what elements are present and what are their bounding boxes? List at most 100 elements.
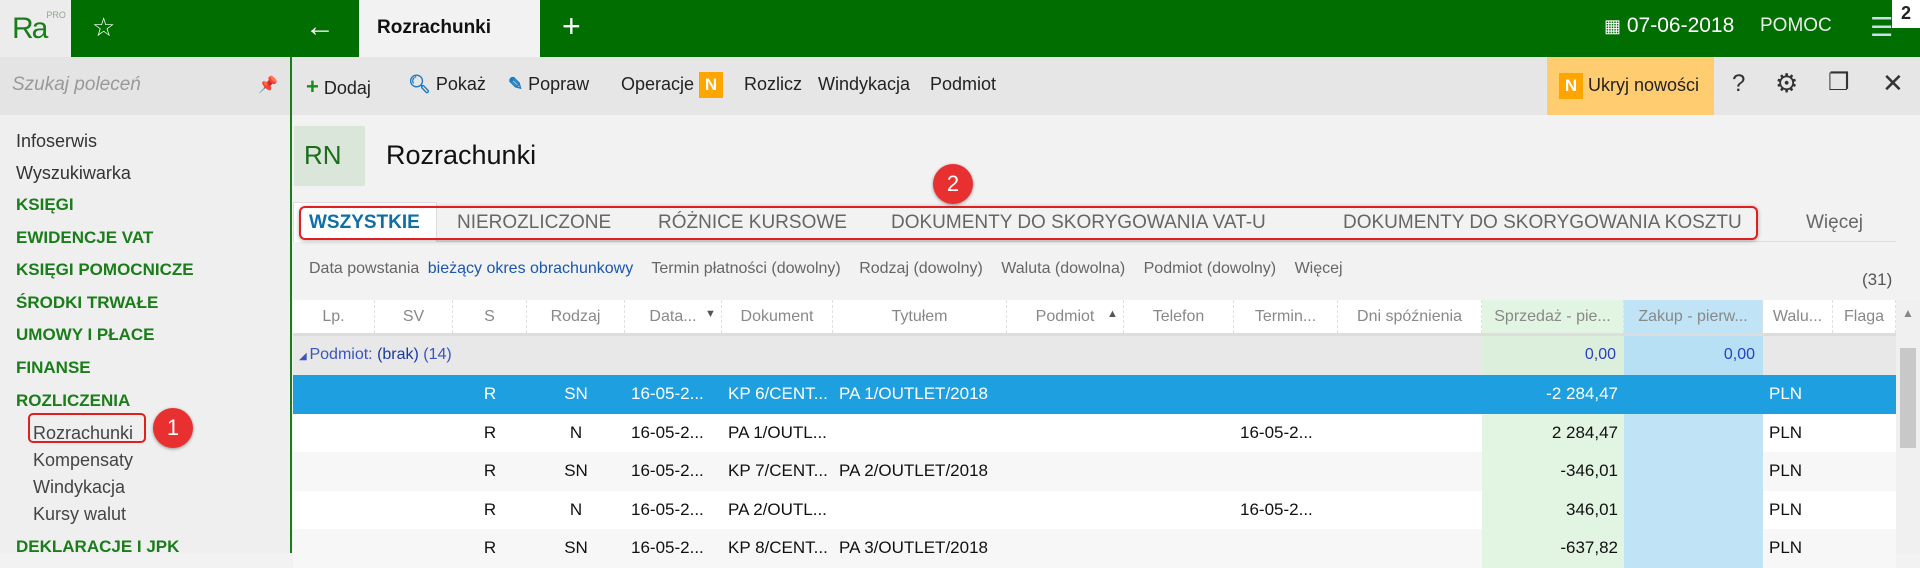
show-button[interactable]: 🔍︎ Pokaż <box>408 74 486 95</box>
column-header[interactable]: SV <box>375 300 453 333</box>
column-header[interactable]: Walu... <box>1763 300 1833 333</box>
collection-button[interactable]: Windykacja <box>818 74 910 95</box>
sidebar-item-środki-trwałe[interactable]: ŚRODKI TRWAŁE <box>16 293 158 313</box>
plus-icon: + <box>306 74 319 99</box>
app-logo[interactable]: RaPRO <box>0 0 71 57</box>
column-header[interactable]: S <box>453 300 527 333</box>
hamburger-menu-icon[interactable]: ☰ <box>1870 12 1893 43</box>
logo-sup: PRO <box>46 10 66 20</box>
column-header[interactable]: Dokument <box>722 300 833 333</box>
group-label[interactable]: ◢ Podmiot: (brak) (14) <box>299 346 452 364</box>
calendar-icon: ▦ <box>1604 16 1622 36</box>
cell-s: R <box>483 538 497 557</box>
purchase-cell-bg <box>1624 452 1763 491</box>
search-commands-input[interactable]: Szukaj poleceń <box>0 57 290 115</box>
cell-currency: PLN <box>1769 422 1803 442</box>
search-icon: 🔍︎ <box>408 74 431 94</box>
sidebar-item-kompensaty[interactable]: Kompensaty <box>33 450 133 471</box>
edit-button[interactable]: ✎ Popraw <box>508 74 589 95</box>
entity-button[interactable]: Podmiot <box>930 74 996 95</box>
table-row[interactable]: R SN 16-05-2... KP 8/CENT... PA 3/OUTLET/201… <box>293 529 1896 568</box>
cell-sales: -637,82 <box>1560 538 1618 557</box>
collapse-icon[interactable]: ◢ <box>299 351 309 362</box>
cell-title: PA 1/OUTLET/2018 <box>839 384 988 403</box>
purchase-cell-bg <box>1624 413 1763 452</box>
sidebar-item-infoserwis[interactable]: Infoserwis <box>16 131 97 152</box>
table-row[interactable]: R SN 16-05-2... KP 7/CENT... PA 2/OUTLET/201… <box>293 452 1896 491</box>
table-row[interactable]: R SN 16-05-2... KP 6/CENT... PA 1/OUTLET/201… <box>293 375 1896 414</box>
column-header[interactable]: Tytułem <box>833 300 1007 333</box>
help-link[interactable]: POMOC <box>1760 15 1832 37</box>
cell-kind: SN <box>564 384 588 403</box>
sidebar-item-kursy-walut[interactable]: Kursy walut <box>33 504 126 525</box>
add-label: Dodaj <box>323 78 371 98</box>
sidebar-item-windykacja[interactable]: Windykacja <box>33 477 125 498</box>
sidebar-item-umowy-i-płace[interactable]: UMOWY I PŁACE <box>16 325 155 345</box>
settle-button[interactable]: Rozlicz <box>744 74 802 95</box>
cell-currency: PLN <box>1769 461 1803 480</box>
column-header[interactable]: Termin... <box>1234 300 1338 333</box>
filter-due[interactable]: Termin płatności (dowolny) <box>651 260 840 277</box>
group-row[interactable]: ◢ Podmiot: (brak) (14) 0,00 0,00 <box>293 333 1896 375</box>
cell-sales: 2 284,47 <box>1551 422 1618 442</box>
column-header[interactable]: Sprzedaż - pie... <box>1482 300 1624 333</box>
module-code: RN <box>294 126 365 186</box>
cell-s: R <box>483 422 497 442</box>
hide-news-button[interactable]: N Ukryj nowości <box>1547 57 1714 115</box>
column-header[interactable]: Telefon <box>1124 300 1234 333</box>
filter-entity[interactable]: Podmiot (dowolny) <box>1144 260 1277 277</box>
date-display[interactable]: ▦ 07-06-2018 <box>1604 14 1734 38</box>
annotation-box <box>299 206 1758 240</box>
sidebar-item-wyszukiwarka[interactable]: Wyszukiwarka <box>16 163 131 184</box>
pin-icon[interactable]: 📌 <box>258 75 278 95</box>
filter-more[interactable]: Więcej <box>1295 260 1343 277</box>
filter-created-label: Data powstania <box>309 260 420 277</box>
filter-currency[interactable]: Waluta (dowolna) <box>1001 260 1125 277</box>
filter-created-value[interactable]: bieżący okres obrachunkowy <box>428 260 633 277</box>
back-arrow-icon[interactable]: ← <box>305 10 335 44</box>
scrollbar[interactable]: ▲ <box>1896 300 1920 553</box>
sidebar-item-deklaracje-i-jpk[interactable]: DEKLARACJE I JPK <box>16 537 179 557</box>
cell-kind: N <box>569 499 583 519</box>
column-header[interactable]: Dni spóźnienia <box>1338 300 1482 333</box>
new-badge: N <box>1559 73 1583 99</box>
add-button[interactable]: + Dodaj <box>306 74 371 100</box>
restore-window-icon[interactable]: ❐ <box>1828 68 1850 97</box>
column-header[interactable]: Flaga <box>1833 300 1896 333</box>
annotation-box-sidebar <box>28 413 146 443</box>
cell-s: R <box>483 384 497 403</box>
table-row[interactable]: R N 16-05-2... PA 1/OUTL... 16-05-2... 2 284,… <box>293 413 1896 452</box>
cell-date: 16-05-2... <box>631 422 704 442</box>
new-tab-plus-icon[interactable]: + <box>562 8 581 45</box>
cell-sales: -346,01 <box>1560 461 1618 480</box>
column-header[interactable]: Rodzaj <box>527 300 625 333</box>
cell-date: 16-05-2... <box>631 461 704 480</box>
sidebar-item-finanse[interactable]: FINANSE <box>16 358 91 378</box>
tab-more[interactable]: Więcej <box>1806 212 1863 234</box>
scroll-up-icon[interactable]: ▲ <box>1902 306 1914 320</box>
cell-title: PA 3/OUTLET/2018 <box>839 538 988 557</box>
record-count: (31) <box>1862 270 1893 289</box>
tab-rozrachunki[interactable]: Rozrachunki <box>359 0 540 57</box>
column-header[interactable]: Lp. <box>293 300 375 333</box>
close-icon[interactable]: ✕ <box>1882 68 1904 99</box>
sidebar-item-rozliczenia[interactable]: ROZLICZENIA <box>16 391 130 411</box>
sidebar-item-księgi[interactable]: KSIĘGI <box>16 195 74 215</box>
cell-kind: SN <box>564 538 588 557</box>
cell-due-date <box>1234 529 1338 547</box>
cell-kind: N <box>569 422 583 442</box>
operations-button[interactable]: Operacje N <box>621 72 724 98</box>
sidebar-item-księgi-pomocnicze[interactable]: KSIĘGI POMOCNICZE <box>16 260 194 280</box>
sidebar-item-ewidencje-vat[interactable]: EWIDENCJE VAT <box>16 228 153 248</box>
help-icon[interactable]: ? <box>1732 70 1745 98</box>
table-row[interactable]: R N 16-05-2... PA 2/OUTL... 16-05-2... 346,01… <box>293 490 1896 529</box>
column-header[interactable]: Zakup - pierw... <box>1624 300 1763 333</box>
scroll-thumb[interactable] <box>1900 348 1916 448</box>
gear-icon[interactable]: ⚙ <box>1775 68 1798 99</box>
filter-kind[interactable]: Rodzaj (dowolny) <box>859 260 983 277</box>
cell-title: PA 2/OUTLET/2018 <box>839 461 988 480</box>
sidebar: Szukaj poleceń 📌 Infoserwis Wyszukiwarka K… <box>0 57 292 556</box>
cell-due-date <box>1234 452 1338 470</box>
star-icon[interactable]: ☆ <box>92 12 115 43</box>
cell-due-date: 16-05-2... <box>1240 422 1313 442</box>
